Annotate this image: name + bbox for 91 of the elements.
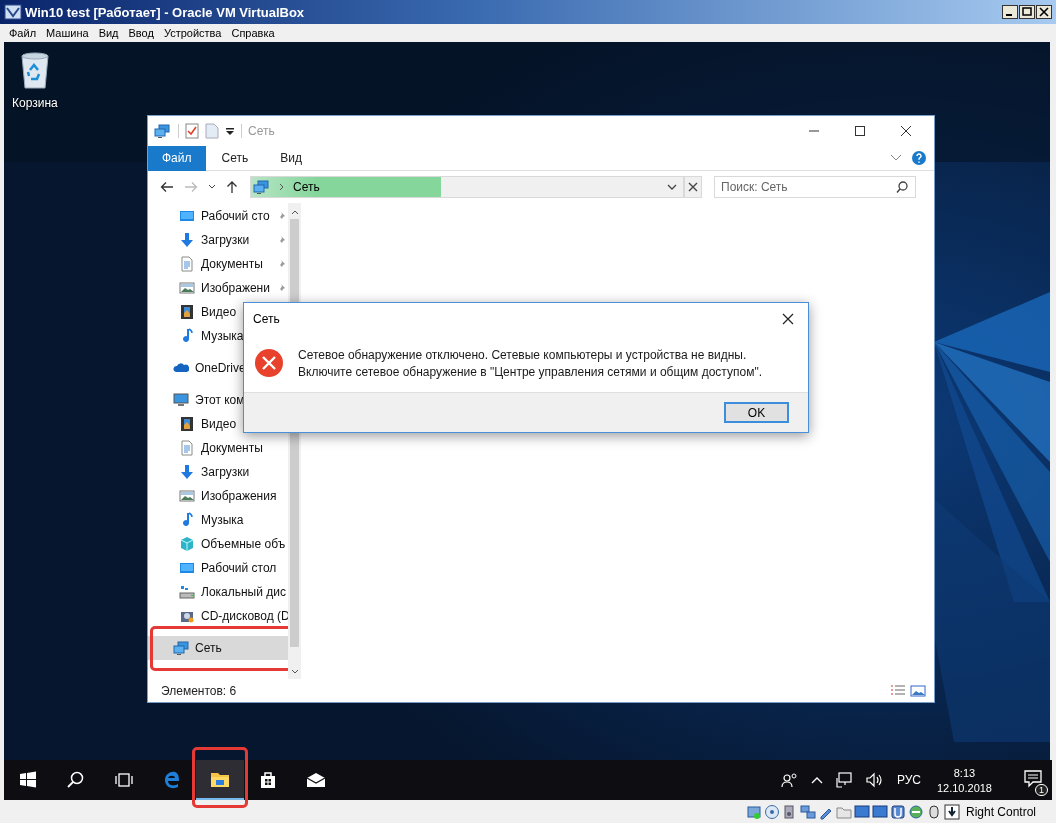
nav-item[interactable]: Музыка bbox=[148, 508, 288, 532]
clock-date[interactable]: 12.10.2018 bbox=[936, 781, 992, 794]
nav-item[interactable]: Рабочий сто bbox=[148, 204, 288, 228]
window-title: Win10 test [Работает] - Oracle VM VirtualBox bbox=[25, 4, 305, 20]
film-icon bbox=[179, 416, 195, 432]
nav-item[interactable]: Сеть bbox=[148, 636, 288, 660]
menu-item[interactable]: Справка bbox=[231, 27, 275, 39]
network-icon bbox=[173, 640, 189, 656]
network-icon bbox=[154, 123, 172, 139]
error-icon bbox=[254, 348, 284, 378]
dialog-title: Сеть bbox=[253, 311, 280, 326]
monitor-icon bbox=[179, 208, 195, 224]
message-text: Сетевое обнаружение отключено. Сетевые компьютеры и устройства не видны. bbox=[298, 347, 748, 362]
ribbon-tab[interactable]: Вид bbox=[264, 145, 318, 171]
maximize-icon[interactable] bbox=[854, 125, 866, 137]
nav-item[interactable]: Локальный дис bbox=[148, 580, 288, 604]
nav-item[interactable]: Изображени bbox=[148, 276, 288, 300]
scroll-up-icon bbox=[290, 209, 299, 215]
help-icon[interactable] bbox=[912, 151, 926, 165]
menu-item[interactable]: Вид bbox=[98, 27, 119, 39]
menu-item[interactable]: Машина bbox=[46, 27, 89, 39]
down-arrow-icon bbox=[179, 232, 195, 248]
nav-item[interactable]: Изображения bbox=[148, 484, 288, 508]
large-icons-view-icon[interactable] bbox=[910, 683, 926, 698]
chevron-down-icon[interactable] bbox=[208, 184, 216, 190]
ribbon-tab[interactable]: Сеть bbox=[205, 145, 265, 171]
cube-icon bbox=[179, 536, 195, 552]
display-icon[interactable] bbox=[871, 803, 888, 820]
language-indicator[interactable]: РУС bbox=[896, 773, 921, 787]
computer-icon bbox=[173, 392, 189, 408]
back-arrow-icon[interactable] bbox=[160, 181, 174, 193]
search-field[interactable]: Поиск: Сеть bbox=[714, 176, 916, 198]
volume-icon[interactable] bbox=[864, 772, 885, 788]
desktop-icon-label[interactable]: Корзина bbox=[12, 96, 58, 110]
menu-item[interactable]: Ввод bbox=[128, 27, 154, 39]
host-key-label: Right Control bbox=[965, 804, 1036, 819]
disc-icon[interactable] bbox=[763, 803, 780, 820]
film-icon bbox=[179, 304, 195, 320]
close-icon[interactable] bbox=[1036, 5, 1052, 19]
properties-icon[interactable] bbox=[185, 123, 199, 139]
windows-logo-icon bbox=[18, 770, 38, 790]
up-arrow-icon[interactable] bbox=[226, 180, 238, 194]
arrow-down-icon[interactable] bbox=[943, 803, 960, 820]
breadcrumb[interactable]: Сеть bbox=[293, 180, 320, 194]
menu-item[interactable]: Устройства bbox=[163, 27, 222, 39]
nav-item[interactable]: Документы bbox=[148, 252, 288, 276]
task-view-icon bbox=[114, 770, 134, 790]
nav-item[interactable]: Рабочий стол bbox=[148, 556, 288, 580]
search-icon bbox=[66, 770, 86, 790]
chevron-down-icon[interactable] bbox=[667, 183, 677, 191]
down-arrow-icon bbox=[179, 464, 195, 480]
ok-button[interactable]: OK bbox=[724, 402, 789, 423]
minimize-icon[interactable] bbox=[1002, 5, 1018, 19]
search-icon bbox=[896, 181, 908, 193]
network-icon[interactable] bbox=[834, 772, 853, 788]
nav-item[interactable]: Объемные объ bbox=[148, 532, 288, 556]
chip-icon[interactable] bbox=[907, 803, 924, 820]
document-icon bbox=[179, 256, 195, 272]
notification-icon[interactable] bbox=[1024, 769, 1042, 788]
app-icon bbox=[4, 4, 22, 20]
item-count: Элементов: 6 bbox=[161, 683, 237, 698]
people-icon[interactable] bbox=[780, 772, 799, 788]
display-icon[interactable] bbox=[853, 803, 870, 820]
taskbar-button[interactable] bbox=[196, 760, 244, 800]
ribbon-tab[interactable]: Файл bbox=[148, 145, 206, 171]
notification-badge: 1 bbox=[1035, 783, 1048, 796]
browser-icon bbox=[162, 770, 182, 790]
maximize-icon[interactable] bbox=[1019, 5, 1035, 19]
chevron-right-icon bbox=[279, 183, 285, 191]
chevron-up-icon[interactable] bbox=[810, 776, 823, 784]
message-text: Включите сетевое обнаружение в "Центре управления сетями и общим доступом". bbox=[298, 364, 762, 379]
scroll-down-icon bbox=[290, 669, 299, 675]
capture-icon[interactable] bbox=[889, 803, 906, 820]
nav-item[interactable]: Загрузки bbox=[148, 460, 288, 484]
picture-frame-icon bbox=[179, 280, 195, 296]
store-icon bbox=[258, 770, 278, 790]
stop-icon[interactable] bbox=[688, 182, 698, 192]
document-icon bbox=[179, 440, 195, 456]
menu-item[interactable]: Файл bbox=[9, 27, 37, 39]
monitor-icon bbox=[179, 560, 195, 576]
address-bar[interactable]: Сеть bbox=[250, 176, 684, 198]
clock-time[interactable]: 8:13 bbox=[953, 766, 976, 779]
nav-item[interactable]: Документы bbox=[148, 436, 288, 460]
close-icon[interactable] bbox=[900, 125, 912, 137]
picture-frame-icon bbox=[179, 488, 195, 504]
mail-icon bbox=[306, 770, 326, 790]
close-icon[interactable] bbox=[782, 312, 794, 325]
window-title: Сеть bbox=[248, 124, 275, 138]
drive-icon bbox=[179, 584, 195, 600]
nav-item[interactable]: Загрузки bbox=[148, 228, 288, 252]
network-icon bbox=[253, 179, 271, 195]
